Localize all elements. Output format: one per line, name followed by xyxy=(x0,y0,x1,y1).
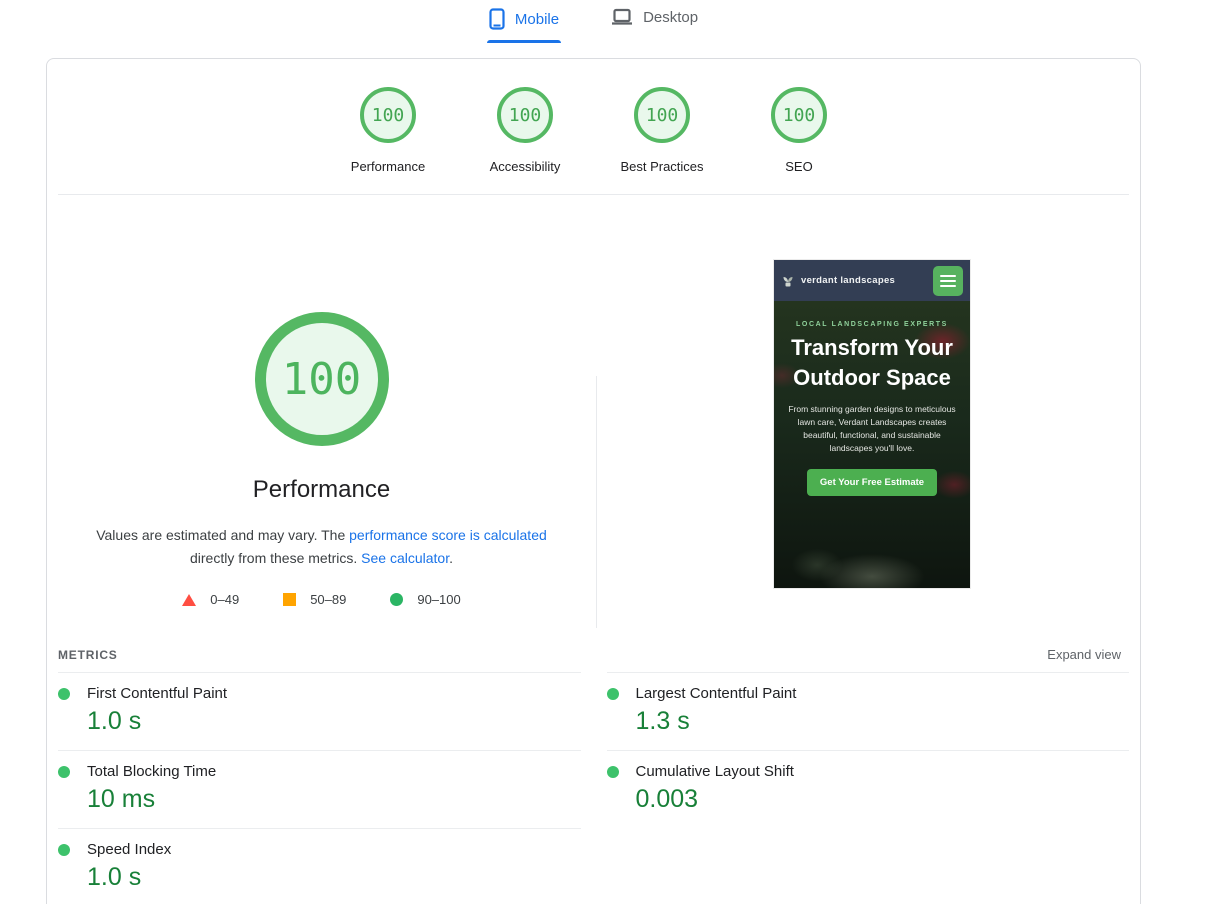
performance-main-gauge: 100 xyxy=(254,312,389,446)
orange-square-icon xyxy=(283,593,297,607)
metric-value: 0.003 xyxy=(635,785,699,813)
green-circle-icon xyxy=(390,593,404,607)
metrics-grid: First Contentful Paint 1.0 s Largest Con… xyxy=(58,672,1129,904)
tab-desktop-label: Desktop xyxy=(643,8,699,26)
vertical-divider xyxy=(596,376,597,628)
green-metric-dot-icon xyxy=(606,765,619,778)
active-tab-underline xyxy=(486,40,562,43)
thumbnail-site-name: verdant landscapes xyxy=(801,275,896,286)
metric-largest-contentful-paint: Largest Contentful Paint 1.3 s xyxy=(606,672,1129,750)
legend-average-range: 50–89 xyxy=(283,592,346,607)
tab-mobile[interactable]: Mobile xyxy=(486,2,562,43)
score-gauge: 100 xyxy=(497,87,553,143)
thumbnail-eyebrow: LOCAL LANDSCAPING EXPERTS xyxy=(796,321,948,328)
mobile-phone-icon xyxy=(489,8,505,30)
performance-score-value: 100 xyxy=(281,353,362,405)
thumbnail-hero: LOCAL LANDSCAPING EXPERTS Transform Your… xyxy=(774,301,970,588)
metric-total-blocking-time: Total Blocking Time 10 ms xyxy=(58,750,581,828)
category-scores-row: 100 Performance 100 Accessibility 100 Be… xyxy=(47,59,1140,194)
legend-pass-range: 90–100 xyxy=(390,592,461,607)
plant-logo-icon xyxy=(781,274,795,288)
tab-desktop[interactable]: Desktop xyxy=(609,2,700,43)
thumbnail-cta-button: Get Your Free Estimate xyxy=(806,469,938,497)
hamburger-menu-icon xyxy=(933,265,963,296)
metric-cumulative-layout-shift: Cumulative Layout Shift 0.003 xyxy=(606,750,1129,828)
score-label: Best Practices xyxy=(620,159,704,174)
desktop-laptop-icon xyxy=(611,8,633,26)
score-gauge: 100 xyxy=(634,87,690,143)
score-disclaimer-text: Values are estimated and may vary. The p… xyxy=(96,527,547,567)
score-range-legend: 0–49 50–89 90–100 xyxy=(47,592,596,607)
score-calc-link[interactable]: performance score is calculated xyxy=(349,527,547,543)
metric-value: 1.3 s xyxy=(635,707,690,735)
score-label: Accessibility xyxy=(489,159,561,174)
thumbnail-site-header: verdant landscapes xyxy=(774,260,970,301)
performance-gauge-column: 100 Performance Values are estimated and… xyxy=(47,195,596,607)
score-performance[interactable]: 100 Performance xyxy=(333,87,444,194)
metric-speed-index: Speed Index 1.0 s xyxy=(58,828,581,904)
green-metric-dot-icon xyxy=(58,687,70,700)
legend-fail-range: 0–49 xyxy=(182,592,239,607)
green-metric-dot-icon xyxy=(606,687,619,700)
score-best-practices[interactable]: 100 Best Practices xyxy=(607,87,718,194)
performance-gauge-title: Performance xyxy=(252,476,391,503)
score-label: Performance xyxy=(350,159,426,174)
thumbnail-heading: Transform Your Outdoor Space xyxy=(791,335,953,390)
metrics-title: METRICS xyxy=(58,647,118,662)
tab-mobile-label: Mobile xyxy=(514,10,560,28)
thumbnail-body-text: From stunning garden designs to meticulo… xyxy=(788,404,956,453)
score-seo[interactable]: 100 SEO xyxy=(744,87,855,194)
metrics-header: METRICS Expand view xyxy=(58,647,1129,662)
final-screenshot-thumbnail[interactable]: verdant landscapes LOCAL LANDSCAPING EXP… xyxy=(774,260,970,588)
metric-value: 10 ms xyxy=(87,785,156,813)
green-metric-dot-icon xyxy=(58,843,70,856)
score-gauge: 100 xyxy=(771,87,827,143)
green-metric-dot-icon xyxy=(58,765,70,778)
metric-value: 1.0 s xyxy=(87,863,142,891)
score-gauge: 100 xyxy=(360,87,416,143)
expand-view-button[interactable]: Expand view xyxy=(1047,647,1129,662)
metric-value: 1.0 s xyxy=(87,707,142,735)
device-tabbar: Mobile Desktop xyxy=(46,0,1141,43)
red-triangle-icon xyxy=(182,593,197,606)
performance-summary-section: 100 Performance Values are estimated and… xyxy=(47,195,1140,633)
see-calculator-link[interactable]: See calculator xyxy=(361,550,449,566)
metric-first-contentful-paint: First Contentful Paint 1.0 s xyxy=(58,672,581,750)
score-label: SEO xyxy=(785,159,813,174)
score-accessibility[interactable]: 100 Accessibility xyxy=(470,87,581,194)
lighthouse-report-card: 100 Performance 100 Accessibility 100 Be… xyxy=(46,58,1141,904)
